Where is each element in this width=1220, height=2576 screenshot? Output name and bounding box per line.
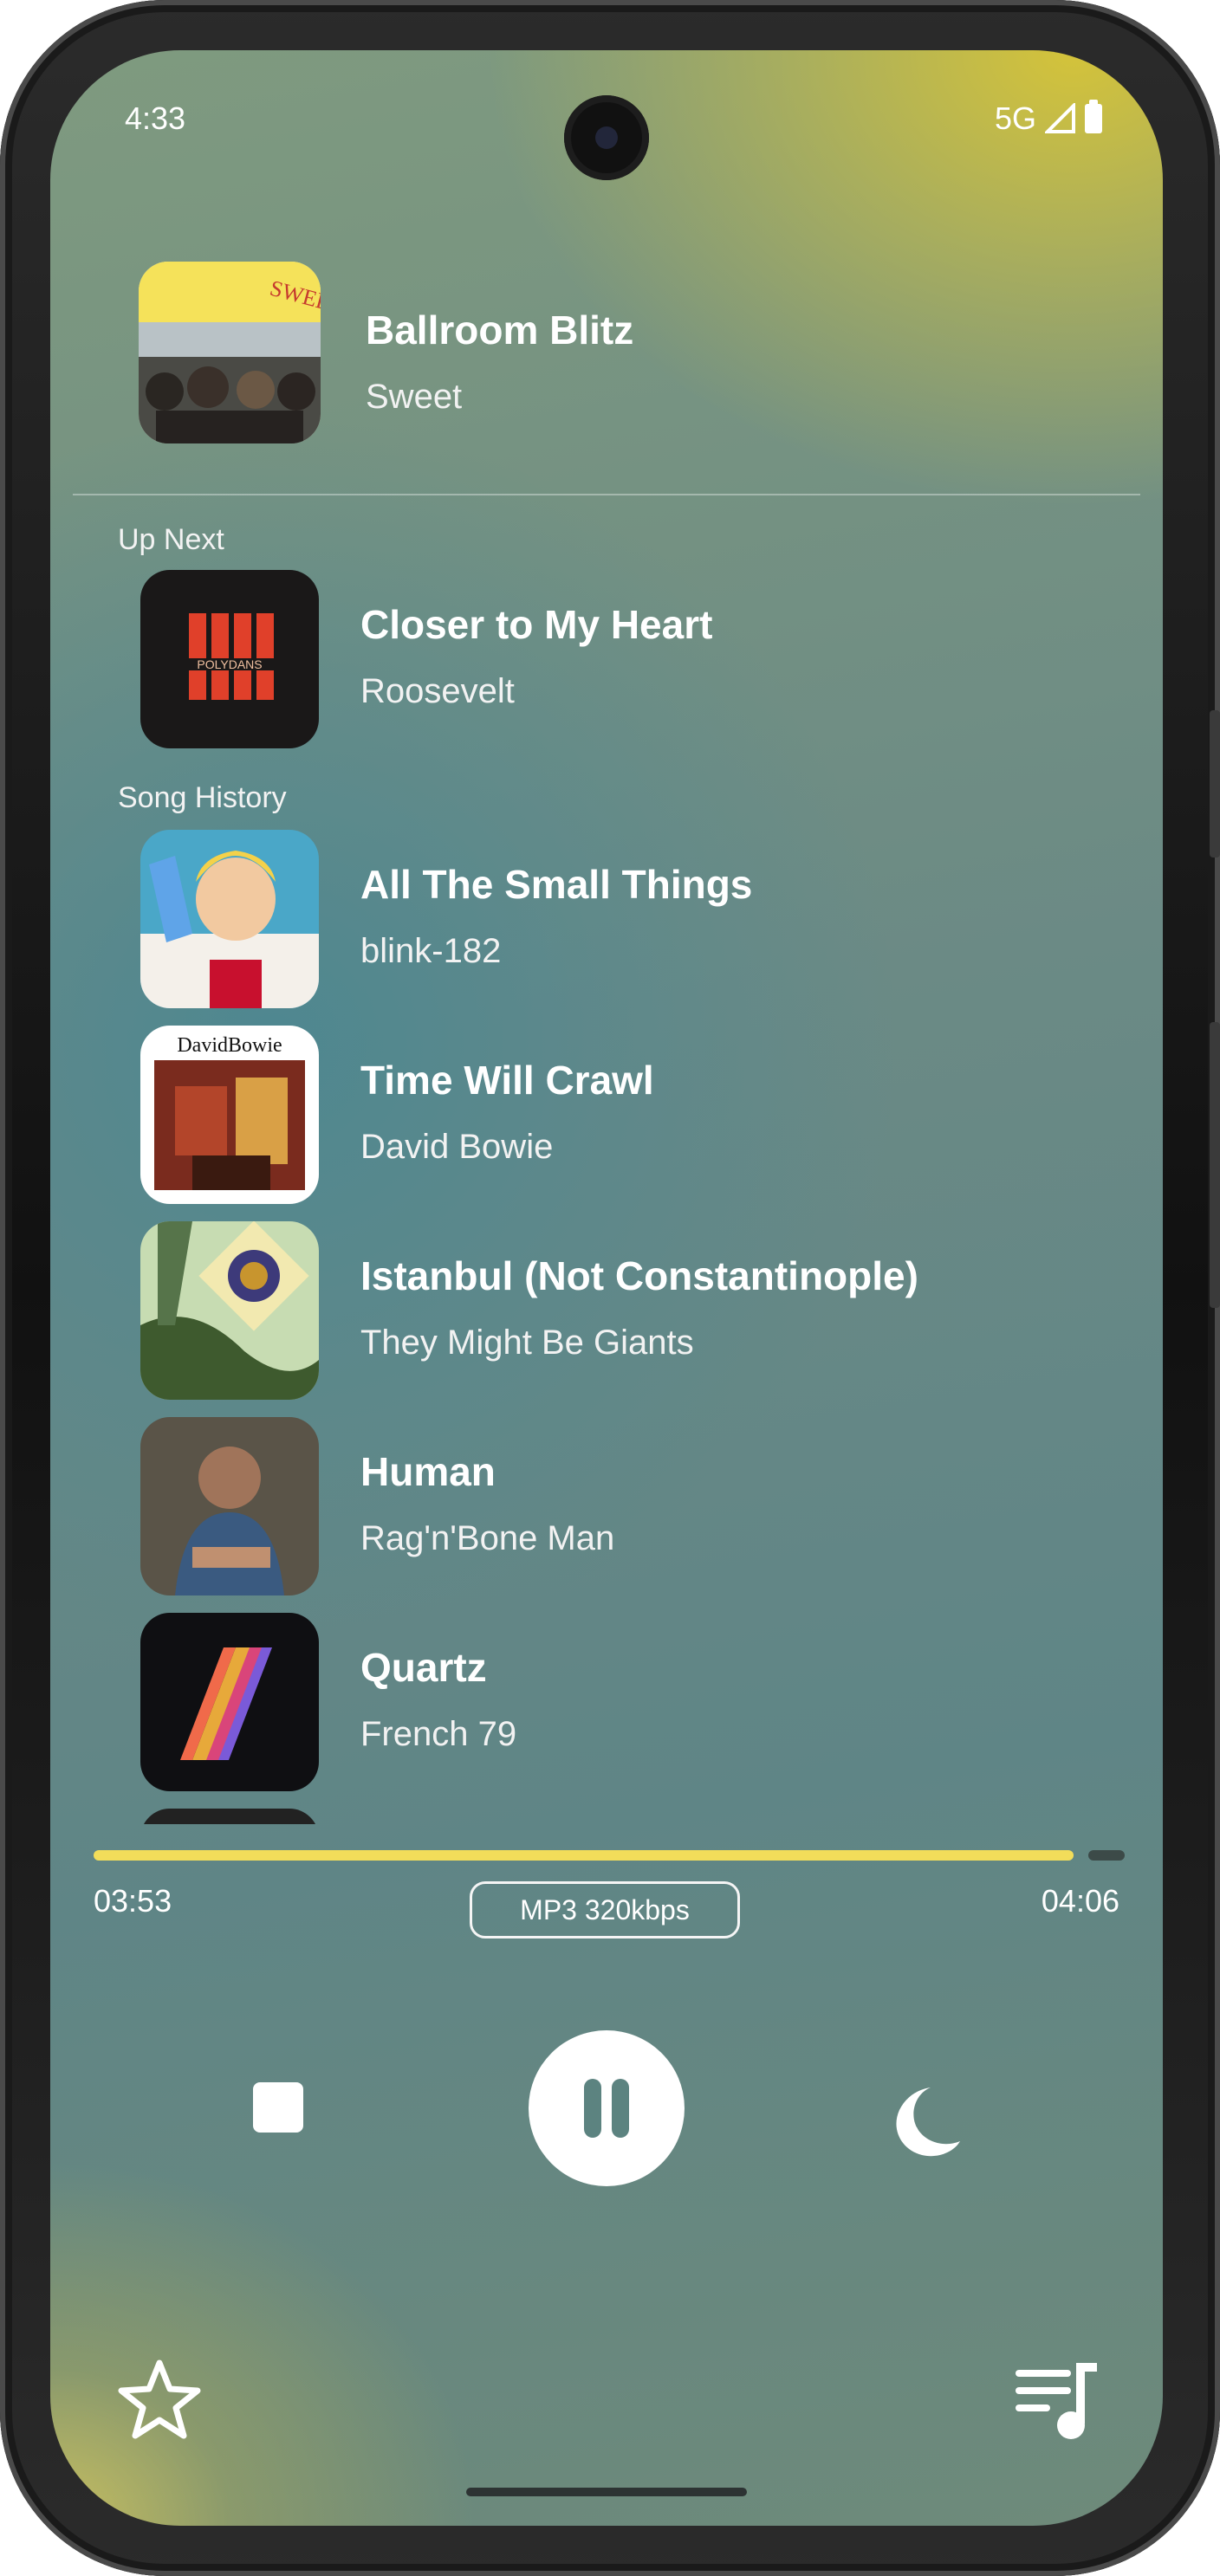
queue-music-icon[interactable]: [1014, 2359, 1100, 2443]
list-item[interactable]: [140, 1809, 1093, 1824]
song-title: All The Small Things: [360, 862, 753, 907]
now-playing-album-art: SWEET: [139, 262, 321, 443]
song-title: Human: [360, 1449, 496, 1494]
pause-icon-bar: [612, 2079, 629, 2138]
list-item[interactable]: DavidBowie Time Will Crawl David Bowie: [140, 1026, 1093, 1204]
elapsed-time: 03:53: [94, 1883, 172, 1919]
network-label: 5G: [994, 100, 1036, 136]
battery-icon: [1085, 100, 1102, 133]
album-art: [140, 830, 319, 1008]
svg-text:DavidBowie: DavidBowie: [177, 1034, 282, 1057]
status-icons: 5G: [995, 100, 1102, 137]
song-title: Time Will Crawl: [360, 1058, 654, 1103]
now-playing-title: Ballroom Blitz: [366, 307, 634, 353]
up-next-label: Up Next: [118, 523, 224, 556]
song-artist: David Bowie: [360, 1128, 554, 1166]
signal-icon: [1045, 103, 1075, 133]
list-item[interactable]: Human Rag'n'Bone Man: [140, 1417, 1093, 1595]
album-art: [140, 1417, 319, 1595]
album-art: [140, 1809, 319, 1824]
divider: [73, 494, 1140, 495]
list-item[interactable]: Istanbul (Not Constantinople) They Might…: [140, 1221, 1093, 1400]
stop-button[interactable]: [253, 2082, 303, 2133]
camera-cutout: [564, 95, 649, 180]
home-indicator[interactable]: [466, 2488, 747, 2496]
album-art: DavidBowie: [140, 1026, 319, 1204]
now-playing-artist: Sweet: [366, 378, 463, 416]
volume-button: [1210, 710, 1220, 858]
album-art: POLYDANS: [140, 570, 319, 748]
list-item[interactable]: All The Small Things blink-182: [140, 830, 1093, 1008]
song-artist: French 79: [360, 1715, 517, 1753]
song-title: Quartz: [360, 1645, 487, 1690]
song-title: Istanbul (Not Constantinople): [360, 1253, 918, 1298]
song-artist: Roosevelt: [360, 672, 515, 710]
format-badge[interactable]: MP3 320kbps: [470, 1881, 740, 1938]
song-artist: Rag'n'Bone Man: [360, 1519, 615, 1557]
list-item[interactable]: Quartz French 79: [140, 1613, 1093, 1791]
svg-text:POLYDANS: POLYDANS: [197, 657, 262, 671]
total-time: 04:06: [1041, 1883, 1119, 1919]
moon-icon[interactable]: [887, 2081, 965, 2159]
song-history-label: Song History: [118, 781, 287, 814]
star-icon[interactable]: [118, 2358, 201, 2441]
song-title: Closer to My Heart: [360, 602, 713, 647]
album-art: [140, 1221, 319, 1400]
power-button: [1210, 1022, 1220, 1308]
pause-button[interactable]: [529, 2030, 685, 2186]
seek-bar-progress: [94, 1850, 1074, 1861]
screen: 4:33 5G SWEET Ballroom Blitz Sweet Up Ne…: [50, 50, 1163, 2526]
seek-bar[interactable]: [94, 1850, 1125, 1861]
album-art: [140, 1613, 319, 1791]
status-time: 4:33: [125, 100, 186, 136]
pause-icon: [584, 2079, 601, 2138]
song-artist: blink-182: [360, 932, 502, 970]
song-artist: They Might Be Giants: [360, 1324, 694, 1362]
seek-bar-remaining: [1088, 1850, 1125, 1861]
now-playing[interactable]: SWEET Ballroom Blitz Sweet: [139, 262, 1128, 443]
list-item[interactable]: POLYDANS Closer to My Heart Roosevelt: [140, 570, 1093, 748]
